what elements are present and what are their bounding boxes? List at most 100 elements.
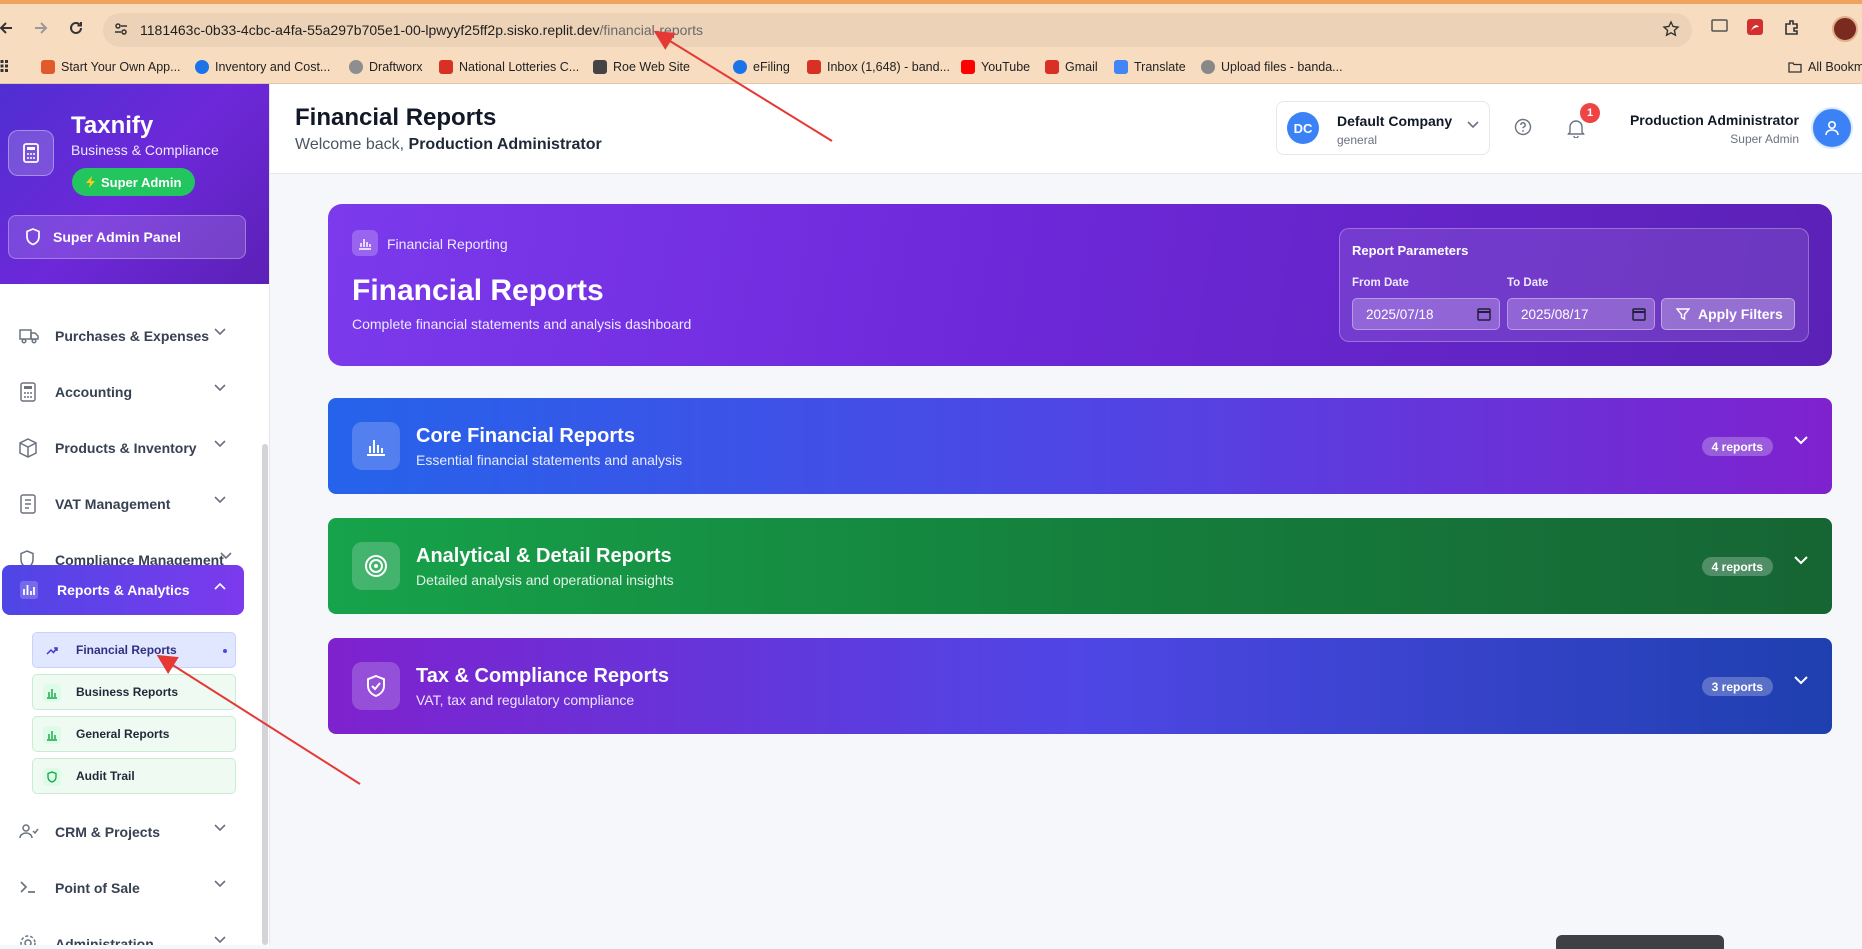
bookmark-favicon-icon: [349, 60, 363, 74]
bookmark-item[interactable]: Inbox (1,648) - band...: [807, 60, 950, 74]
bookmark-item[interactable]: Draftworx: [349, 60, 422, 74]
bookmark-favicon-icon: [1114, 60, 1128, 74]
bookmark-item[interactable]: Gmail: [1045, 60, 1098, 74]
bookmark-label: Roe Web Site: [613, 60, 690, 74]
profile-avatar[interactable]: [1832, 16, 1858, 42]
sub-item-financial-reports[interactable]: Financial Reports: [32, 632, 236, 668]
shield-icon: [43, 768, 61, 786]
calendar-icon[interactable]: [1477, 307, 1491, 321]
cast-icon[interactable]: [1711, 18, 1729, 34]
url-path: /financial-reports: [599, 22, 703, 38]
company-selector[interactable]: DC Default Company general: [1276, 101, 1490, 155]
extensions-icon[interactable]: [1783, 18, 1801, 36]
to-date-input[interactable]: 2025/08/17: [1507, 298, 1655, 330]
sidebar-item-reports-analytics[interactable]: Reports & Analytics: [2, 565, 244, 615]
back-icon[interactable]: [0, 16, 18, 40]
toast-tab: [1556, 935, 1724, 949]
pdf-extension-icon[interactable]: [1746, 18, 1764, 36]
chevron-down-icon: [214, 936, 226, 944]
chevron-down-icon: [220, 552, 232, 560]
hero-subtitle: Complete financial statements and analys…: [352, 316, 692, 332]
calendar-icon[interactable]: [1632, 307, 1646, 321]
company-type: general: [1337, 133, 1378, 147]
from-date-value: 2025/07/18: [1366, 306, 1434, 322]
site-settings-icon[interactable]: [113, 21, 129, 37]
target-icon: [352, 542, 400, 590]
apply-filters-label: Apply Filters: [1698, 306, 1783, 322]
super-admin-panel-button[interactable]: Super Admin Panel: [8, 215, 246, 259]
sidebar-item-crm-projects[interactable]: CRM & Projects: [0, 807, 244, 857]
bar-chart-icon: [352, 230, 378, 256]
terminal-icon: [19, 878, 37, 896]
sidebar-item-vat-management[interactable]: VAT Management: [0, 479, 244, 529]
to-date-label: To Date: [1507, 277, 1549, 289]
section-core-financial-reports[interactable]: Core Financial Reports Essential financi…: [328, 398, 1832, 494]
forward-icon[interactable]: [29, 16, 53, 40]
sidebar-item-products-inventory[interactable]: Products & Inventory: [0, 423, 244, 473]
chevron-down-icon[interactable]: [1794, 556, 1808, 565]
bar-chart-icon: [43, 684, 61, 702]
sub-item-general-reports[interactable]: General Reports: [32, 716, 236, 752]
bookmark-favicon-icon: [1045, 60, 1059, 74]
chevron-down-icon: [214, 496, 226, 504]
chevron-down-icon[interactable]: [1794, 436, 1808, 445]
brand-name: Taxnify: [71, 112, 154, 139]
company-avatar: DC: [1287, 112, 1319, 144]
sidebar-item-label: Products & Inventory: [55, 440, 197, 456]
sub-item-audit-trail[interactable]: Audit Trail: [32, 758, 236, 794]
section-analytical-detail-reports[interactable]: Analytical & Detail Reports Detailed ana…: [328, 518, 1832, 614]
section-subtitle: Detailed analysis and operational insigh…: [416, 572, 674, 588]
bookmark-star-icon[interactable]: [1662, 20, 1680, 38]
bookmark-label: Inbox (1,648) - band...: [827, 60, 950, 74]
report-count-badge: 4 reports: [1701, 557, 1773, 576]
bookmarks-bar: Start Your Own App... Inventory and Cost…: [0, 52, 1862, 84]
page-title: Financial Reports: [295, 104, 497, 131]
bell-icon[interactable]: [1567, 118, 1585, 138]
bookmark-label: Upload files - banda...: [1221, 60, 1343, 74]
bookmark-item[interactable]: National Lotteries C...: [439, 60, 579, 74]
active-dot: [223, 649, 227, 653]
help-icon[interactable]: [1514, 118, 1532, 136]
sidebar-item-point-of-sale[interactable]: Point of Sale: [0, 863, 244, 913]
welcome-text: Welcome back, Production Administrator: [295, 136, 602, 154]
address-bar[interactable]: 1181463c-0b33-4cbc-a4fa-55a297b705e1-00-…: [103, 13, 1692, 47]
section-subtitle: VAT, tax and regulatory compliance: [416, 692, 635, 708]
url-text: 1181463c-0b33-4cbc-a4fa-55a297b705e1-00-…: [140, 22, 703, 38]
top-header: Financial Reports Welcome back, Producti…: [270, 84, 1862, 174]
chevron-down-icon[interactable]: [1794, 676, 1808, 685]
super-admin-badge: Super Admin: [72, 168, 196, 196]
calculator-logo-icon: [8, 130, 54, 176]
super-admin-label: Super Admin: [101, 174, 182, 190]
sidebar-scrollbar[interactable]: [262, 444, 268, 945]
bookmark-favicon-icon: [807, 60, 821, 74]
bookmark-item[interactable]: Inventory and Cost...: [195, 60, 330, 74]
browser-toolbar: 1181463c-0b33-4cbc-a4fa-55a297b705e1-00-…: [0, 0, 1862, 52]
sub-item-label: Business Reports: [76, 685, 179, 699]
bookmark-item[interactable]: YouTube: [961, 60, 1030, 74]
bookmark-item[interactable]: Roe Web Site: [593, 60, 690, 74]
bar-chart-icon: [352, 422, 400, 470]
bookmark-item[interactable]: Upload files - banda...: [1201, 60, 1343, 74]
filter-icon: [1676, 307, 1690, 321]
sidebar-item-label: VAT Management: [55, 496, 171, 512]
reload-icon[interactable]: [64, 16, 88, 40]
chevron-down-icon: [214, 440, 226, 448]
sidebar-item-accounting[interactable]: Accounting: [0, 367, 244, 417]
bookmark-item[interactable]: Start Your Own App...: [41, 60, 181, 74]
chevron-up-icon: [214, 582, 226, 590]
sidebar-item-administration[interactable]: Administration: [0, 919, 244, 945]
receipt-icon: [19, 494, 37, 514]
apps-grid-icon[interactable]: [0, 60, 8, 72]
from-date-input[interactable]: 2025/07/18: [1352, 298, 1500, 330]
all-bookmarks[interactable]: All Bookm: [1788, 60, 1862, 74]
bookmark-item[interactable]: eFiling: [733, 60, 790, 74]
sub-item-business-reports[interactable]: Business Reports: [32, 674, 236, 710]
hero-banner: Financial Reporting Financial Reports Co…: [328, 204, 1832, 366]
sidebar-item-purchases-expenses[interactable]: Purchases & Expenses: [0, 311, 244, 361]
apply-filters-button[interactable]: Apply Filters: [1661, 298, 1795, 330]
bookmark-label: Start Your Own App...: [61, 60, 181, 74]
bookmark-item[interactable]: Translate: [1114, 60, 1186, 74]
user-avatar[interactable]: [1811, 107, 1853, 149]
section-tax-compliance-reports[interactable]: Tax & Compliance Reports VAT, tax and re…: [328, 638, 1832, 734]
section-title: Core Financial Reports: [416, 425, 635, 447]
